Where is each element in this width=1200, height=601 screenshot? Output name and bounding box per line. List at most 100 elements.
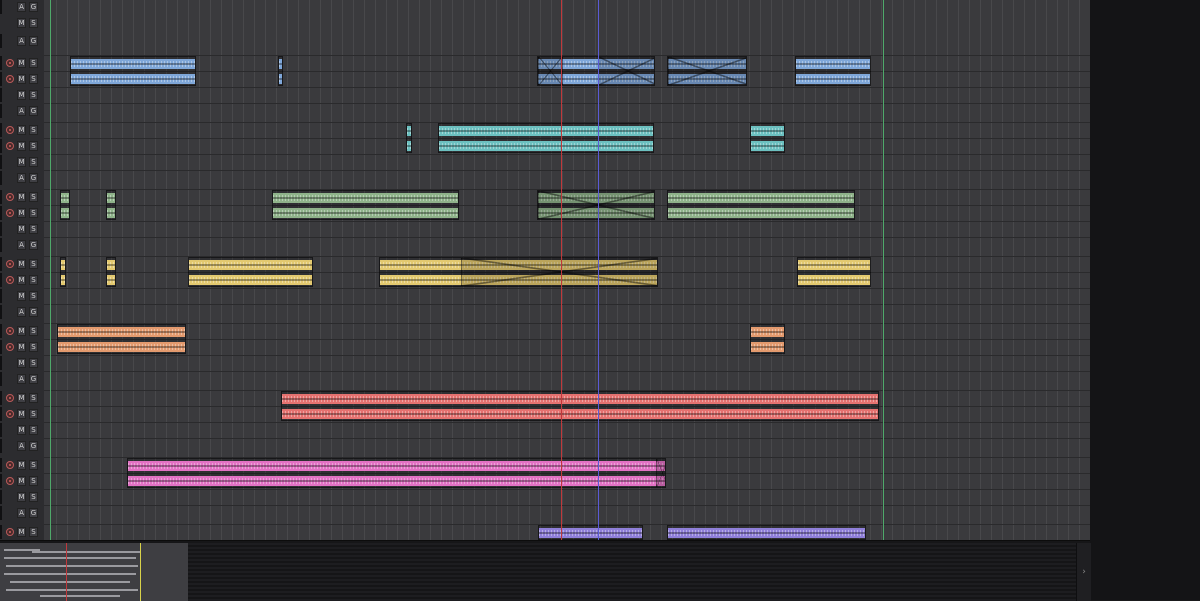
solo-button[interactable]: S	[29, 393, 38, 403]
group-button[interactable]: G	[29, 374, 38, 384]
automation-button[interactable]: A	[17, 307, 26, 317]
record-arm-button[interactable]	[6, 343, 14, 351]
solo-button[interactable]: S	[29, 326, 38, 336]
overview-visible-window[interactable]	[0, 543, 188, 601]
audio-clip[interactable]	[272, 190, 459, 220]
solo-button[interactable]: S	[29, 358, 38, 368]
record-arm-button[interactable]	[6, 209, 14, 217]
solo-button[interactable]: S	[29, 224, 38, 234]
mute-button[interactable]: M	[17, 125, 26, 135]
solo-button[interactable]: S	[29, 409, 38, 419]
automation-button[interactable]: A	[17, 2, 26, 12]
playhead-line[interactable]	[561, 0, 562, 540]
solo-button[interactable]: S	[29, 90, 38, 100]
chevron-right-icon[interactable]: ›	[1076, 543, 1091, 601]
crossfade[interactable]	[538, 57, 563, 85]
automation-button[interactable]: A	[17, 106, 26, 116]
group-button[interactable]: G	[29, 441, 38, 451]
record-arm-button[interactable]	[6, 276, 14, 284]
audio-clip[interactable]	[667, 56, 747, 86]
audio-clip[interactable]	[667, 525, 866, 540]
solo-button[interactable]: S	[29, 192, 38, 202]
automation-button[interactable]: A	[17, 374, 26, 384]
audio-clip[interactable]	[537, 190, 655, 220]
audio-clip[interactable]	[667, 190, 855, 220]
audio-clip[interactable]	[750, 123, 785, 153]
automation-button[interactable]: A	[17, 240, 26, 250]
solo-button[interactable]: S	[29, 157, 38, 167]
mute-button[interactable]: M	[17, 224, 26, 234]
record-arm-button[interactable]	[6, 477, 14, 485]
arrange-view[interactable]: AGMSAGMSMSMSAGMSMSMSAGMSMSMSAGMSMSMSAGMS…	[0, 0, 1090, 540]
record-arm-button[interactable]	[6, 59, 14, 67]
solo-button[interactable]: S	[29, 460, 38, 470]
solo-button[interactable]: S	[29, 208, 38, 218]
record-arm-button[interactable]	[6, 327, 14, 335]
automation-button[interactable]: A	[17, 508, 26, 518]
audio-clip[interactable]	[797, 257, 871, 287]
solo-button[interactable]: S	[29, 259, 38, 269]
solo-button[interactable]: S	[29, 141, 38, 151]
solo-button[interactable]: S	[29, 425, 38, 435]
mute-button[interactable]: M	[17, 291, 26, 301]
mute-button[interactable]: M	[17, 409, 26, 419]
group-button[interactable]: G	[29, 240, 38, 250]
solo-button[interactable]: S	[29, 125, 38, 135]
audio-clip[interactable]	[406, 123, 412, 153]
record-arm-button[interactable]	[6, 126, 14, 134]
audio-clip[interactable]	[57, 324, 186, 354]
record-arm-button[interactable]	[6, 528, 14, 536]
audio-clip[interactable]	[438, 123, 654, 153]
mute-button[interactable]: M	[17, 425, 26, 435]
mute-button[interactable]: M	[17, 393, 26, 403]
mute-button[interactable]: M	[17, 18, 26, 28]
group-button[interactable]: G	[29, 508, 38, 518]
audio-clip[interactable]	[750, 324, 785, 354]
mute-button[interactable]: M	[17, 460, 26, 470]
record-arm-button[interactable]	[6, 142, 14, 150]
audio-clip[interactable]	[278, 56, 283, 86]
solo-button[interactable]: S	[29, 527, 38, 537]
record-arm-button[interactable]	[6, 260, 14, 268]
mute-button[interactable]: M	[17, 492, 26, 502]
group-button[interactable]: G	[29, 307, 38, 317]
automation-button[interactable]: A	[17, 36, 26, 46]
audio-clip[interactable]	[127, 458, 666, 488]
audio-clip[interactable]	[281, 391, 879, 421]
mute-button[interactable]: M	[17, 208, 26, 218]
solo-button[interactable]: S	[29, 275, 38, 285]
crossfade[interactable]	[656, 459, 665, 487]
solo-button[interactable]: S	[29, 492, 38, 502]
group-button[interactable]: G	[29, 36, 38, 46]
audio-clip[interactable]	[795, 56, 871, 86]
audio-clip[interactable]	[106, 190, 116, 220]
solo-button[interactable]: S	[29, 18, 38, 28]
audio-clip[interactable]	[70, 56, 196, 86]
mute-button[interactable]: M	[17, 527, 26, 537]
group-button[interactable]: G	[29, 106, 38, 116]
crossfade[interactable]	[668, 57, 746, 85]
solo-button[interactable]: S	[29, 476, 38, 486]
mute-button[interactable]: M	[17, 141, 26, 151]
automation-button[interactable]: A	[17, 173, 26, 183]
audio-clip[interactable]	[537, 56, 655, 86]
mute-button[interactable]: M	[17, 358, 26, 368]
crossfade[interactable]	[461, 258, 657, 286]
solo-button[interactable]: S	[29, 74, 38, 84]
edit-cursor-line[interactable]	[598, 0, 599, 540]
record-arm-button[interactable]	[6, 410, 14, 418]
audio-clip[interactable]	[106, 257, 116, 287]
automation-button[interactable]: A	[17, 441, 26, 451]
audio-clip[interactable]	[60, 257, 66, 287]
group-button[interactable]: G	[29, 173, 38, 183]
mute-button[interactable]: M	[17, 342, 26, 352]
solo-button[interactable]: S	[29, 58, 38, 68]
mute-button[interactable]: M	[17, 157, 26, 167]
solo-button[interactable]: S	[29, 291, 38, 301]
solo-button[interactable]: S	[29, 342, 38, 352]
mute-button[interactable]: M	[17, 275, 26, 285]
record-arm-button[interactable]	[6, 461, 14, 469]
mute-button[interactable]: M	[17, 58, 26, 68]
crossfade[interactable]	[538, 191, 654, 219]
audio-clip[interactable]	[188, 257, 313, 287]
